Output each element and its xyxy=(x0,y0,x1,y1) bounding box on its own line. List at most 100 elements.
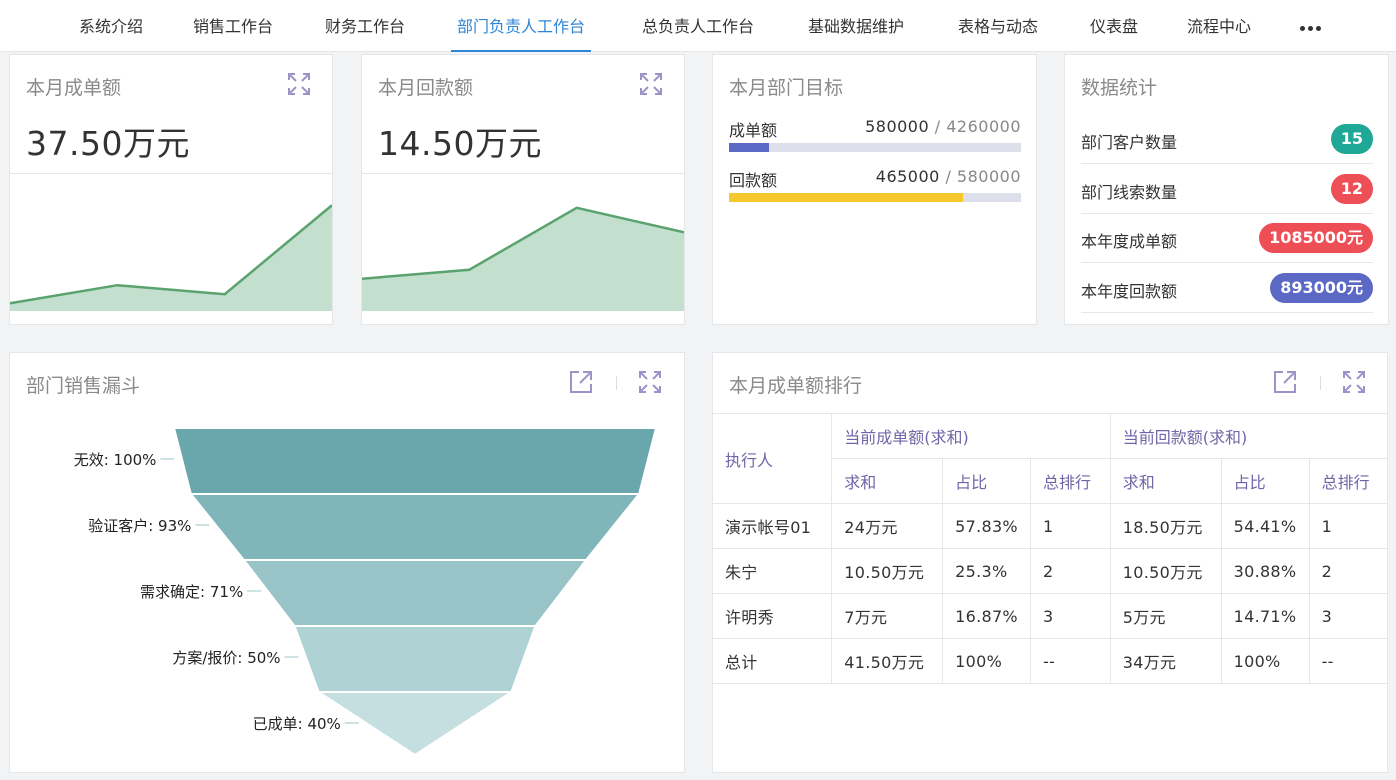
open-external-icon[interactable] xyxy=(1272,369,1298,395)
cell-deal-rank: 3 xyxy=(1029,593,1111,639)
stat-badge: 1085000元 xyxy=(1259,223,1373,253)
cell-payment-sum: 10.50万元 xyxy=(1109,548,1222,594)
cell-payment-share: 100% xyxy=(1220,638,1310,684)
card-title: 数据统计 xyxy=(1081,77,1158,99)
target-row-payment: 回款额 465000 / 580000 xyxy=(729,167,1021,207)
cell-payment-share: 14.71% xyxy=(1220,593,1310,639)
deal-ranking-card: 本月成单额排行 执行人 当前成单额(求和) 当前回款额(求和) 求和 占比 总排… xyxy=(712,352,1388,773)
ellipsis-icon[interactable] xyxy=(1300,26,1322,32)
column-group-payment-sum: 当前回款额(求和) xyxy=(1109,413,1387,459)
target-goal: 580000 xyxy=(956,167,1021,186)
target-values: 580000 / 4260000 xyxy=(865,117,1021,136)
column-header-deal-rank[interactable]: 总排行 xyxy=(1029,458,1111,504)
cell-payment-sum: 18.50万元 xyxy=(1109,503,1222,549)
target-separator: / xyxy=(945,167,952,186)
expand-icon[interactable] xyxy=(1341,369,1367,395)
stat-row-annual-deals: 本年度成单额 1085000元 xyxy=(1081,213,1373,263)
cell-payment-rank: 3 xyxy=(1308,593,1387,639)
target-goal: 4260000 xyxy=(946,117,1021,136)
cell-payment-sum: 34万元 xyxy=(1109,638,1222,684)
nav-tab-basic-data[interactable]: 基础数据维护 xyxy=(808,0,904,52)
stat-badge: 15 xyxy=(1330,124,1373,154)
target-label: 回款额 xyxy=(729,171,778,190)
column-header-payment-sum[interactable]: 求和 xyxy=(1109,458,1222,504)
funnel-stage-label: 需求确定: 71% xyxy=(140,583,244,601)
funnel-segment[interactable] xyxy=(241,559,589,627)
target-values: 465000 / 580000 xyxy=(876,167,1021,186)
stat-row-annual-payments: 本年度回款额 893000元 xyxy=(1081,263,1373,313)
cell-payment-rank: 2 xyxy=(1308,548,1387,594)
funnel-stage-label: 无效: 100% xyxy=(73,451,157,469)
cell-deal-share: 57.83% xyxy=(942,503,1031,549)
column-header-deal-sum[interactable]: 求和 xyxy=(831,458,944,504)
stat-row-dept-customers: 部门客户数量 15 xyxy=(1081,114,1373,164)
ranking-table: 执行人 当前成单额(求和) 当前回款额(求和) 求和 占比 总排行 求和 占比 … xyxy=(713,413,1387,684)
column-header-executor[interactable]: 执行人 xyxy=(713,413,833,504)
table-row: 演示帐号01 24万元 57.83% 1 18.50万元 54.41% 1 xyxy=(713,503,1387,549)
expand-icon[interactable] xyxy=(638,71,664,97)
monthly-deal-card: 本月成单额 37.50万元 xyxy=(9,54,333,325)
stat-label: 部门线索数量 xyxy=(1081,183,1178,202)
funnel-segment[interactable] xyxy=(188,493,642,561)
column-header-payment-rank[interactable]: 总排行 xyxy=(1308,458,1387,504)
stat-row-dept-leads: 部门线索数量 12 xyxy=(1081,164,1373,214)
target-label: 成单额 xyxy=(729,121,778,140)
expand-icon[interactable] xyxy=(286,71,312,97)
monthly-payment-sparkline xyxy=(362,173,684,325)
funnel-chart xyxy=(160,427,658,757)
cell-deal-sum: 7万元 xyxy=(831,593,944,639)
toolbar-divider xyxy=(1320,376,1321,390)
table-total-row: 总计 41.50万元 100% -- 34万元 100% -- xyxy=(713,638,1387,684)
nav-tab-process-center[interactable]: 流程中心 xyxy=(1187,0,1251,52)
funnel-stage-label: 方案/报价: 50% xyxy=(172,649,281,667)
funnel-stage-label: 已成单: 40% xyxy=(252,715,341,733)
cell-payment-share: 54.41% xyxy=(1220,503,1310,549)
nav-tab-dashboard[interactable]: 仪表盘 xyxy=(1090,0,1138,52)
column-header-payment-share[interactable]: 占比 xyxy=(1220,458,1310,504)
nav-tab-dept-head-workbench[interactable]: 部门负责人工作台 xyxy=(450,0,592,52)
monthly-payment-trend-area xyxy=(362,207,684,311)
monthly-deal-sparkline-svg xyxy=(10,204,332,311)
column-header-deal-share[interactable]: 占比 xyxy=(942,458,1031,504)
stat-badge: 12 xyxy=(1330,174,1373,204)
data-stats-card: 数据统计 部门客户数量 15 部门线索数量 12 本年度成单额 1085000元… xyxy=(1064,54,1389,325)
stat-label: 本年度成单额 xyxy=(1081,232,1178,251)
cell-payment-rank: 1 xyxy=(1308,503,1387,549)
card-title: 本月部门目标 xyxy=(729,77,844,99)
nav-tab-finance-workbench[interactable]: 财务工作台 xyxy=(325,0,405,52)
table-row: 朱宁 10.50万元 25.3% 2 10.50万元 30.88% 2 xyxy=(713,548,1387,594)
cell-deal-share: 16.87% xyxy=(942,593,1031,639)
target-progress-bar xyxy=(729,143,1021,152)
funnel-stage-label: 验证客户: 93% xyxy=(88,517,192,535)
nav-tab-tables-activity[interactable]: 表格与动态 xyxy=(958,0,1038,52)
cell-executor: 许明秀 xyxy=(713,593,833,639)
table-group-header-row: 执行人 当前成单额(求和) 当前回款额(求和) xyxy=(713,413,1387,504)
cell-payment-share: 30.88% xyxy=(1220,548,1310,594)
cell-deal-rank: -- xyxy=(1029,638,1111,684)
funnel-segment[interactable] xyxy=(293,625,537,693)
stat-label: 本年度回款额 xyxy=(1081,282,1178,301)
sales-funnel-card: 部门销售漏斗 无效: 100% 验证客户: 93% 需求确定: 71% 方案/报价: … xyxy=(9,352,685,773)
target-separator: / xyxy=(934,117,941,136)
card-title: 本月成单额排行 xyxy=(729,375,863,397)
card-title: 本月成单额 xyxy=(26,77,122,99)
target-actual: 465000 xyxy=(875,167,940,186)
monthly-payment-card: 本月回款额 14.50万元 xyxy=(361,54,685,325)
monthly-payment-sparkline-svg xyxy=(362,206,684,311)
cell-executor: 朱宁 xyxy=(713,548,833,594)
cell-executor: 演示帐号01 xyxy=(713,503,833,549)
cell-deal-share: 25.3% xyxy=(942,548,1031,594)
nav-tab-sales-workbench[interactable]: 销售工作台 xyxy=(193,0,273,52)
funnel-segment[interactable] xyxy=(172,427,658,495)
cell-executor: 总计 xyxy=(713,638,833,684)
nav-tab-system-intro[interactable]: 系统介绍 xyxy=(79,0,143,52)
nav-tab-general-head-workbench[interactable]: 总负责人工作台 xyxy=(642,0,754,52)
stat-label: 部门客户数量 xyxy=(1081,133,1178,152)
dept-target-card: 本月部门目标 成单额 580000 / 4260000 回款额 465000 /… xyxy=(712,54,1037,325)
monthly-payment-value: 14.50万元 xyxy=(378,124,542,163)
cell-deal-rank: 1 xyxy=(1029,503,1111,549)
target-progress-bar xyxy=(729,193,1021,202)
cell-payment-rank: -- xyxy=(1308,638,1387,684)
target-progress-fill xyxy=(729,143,769,152)
column-group-deal-sum: 当前成单额(求和) xyxy=(831,413,1111,459)
